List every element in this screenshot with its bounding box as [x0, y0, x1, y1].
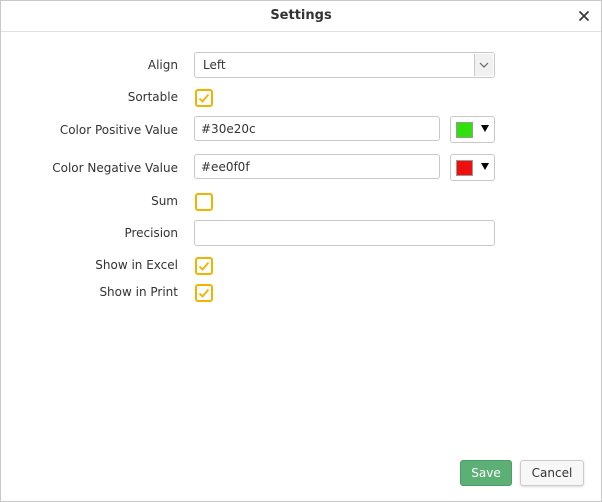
chevron-down-icon — [479, 62, 489, 68]
color-positive-picker[interactable] — [450, 116, 495, 143]
align-select-toggle[interactable] — [474, 54, 493, 76]
checkmark-icon — [198, 261, 210, 271]
close-button[interactable] — [573, 5, 595, 27]
color-negative-label: Color Negative Value — [52, 161, 178, 175]
close-icon — [578, 10, 590, 22]
align-select[interactable]: Left — [194, 52, 495, 78]
checkmark-icon — [198, 288, 210, 298]
precision-label: Precision — [124, 226, 178, 240]
dialog-title: Settings — [270, 8, 332, 23]
settings-dialog: Settings Align Left Sortable Color Posit… — [0, 0, 602, 502]
sortable-row: Sortable — [1, 88, 601, 108]
sum-row: Sum — [1, 192, 601, 212]
align-label: Align — [147, 58, 178, 72]
precision-row: Precision — [1, 220, 601, 246]
color-negative-swatch — [456, 160, 473, 176]
show-in-print-row: Show in Print — [1, 283, 601, 303]
precision-input[interactable] — [194, 220, 495, 246]
color-positive-swatch — [456, 122, 473, 138]
color-negative-picker[interactable] — [450, 154, 495, 181]
show-in-print-checkbox[interactable] — [195, 284, 213, 302]
caret-down-icon — [481, 163, 489, 170]
sortable-label: Sortable — [127, 90, 178, 104]
show-in-excel-row: Show in Excel — [1, 256, 601, 276]
sortable-checkbox[interactable] — [195, 89, 213, 107]
color-negative-input[interactable] — [194, 154, 440, 179]
sum-checkbox[interactable] — [195, 193, 213, 211]
show-in-excel-label: Show in Excel — [95, 258, 178, 272]
color-positive-input[interactable] — [194, 116, 440, 141]
color-negative-row: Color Negative Value — [1, 154, 601, 181]
sum-label: Sum — [151, 194, 178, 208]
cancel-button[interactable]: Cancel — [520, 460, 584, 486]
align-select-value: Left — [203, 58, 226, 72]
dialog-titlebar: Settings — [1, 1, 601, 32]
align-row: Align Left — [1, 52, 601, 78]
caret-down-icon — [481, 125, 489, 132]
color-positive-row: Color Positive Value — [1, 116, 601, 143]
save-button[interactable]: Save — [460, 460, 512, 486]
show-in-excel-checkbox[interactable] — [195, 257, 213, 275]
checkmark-icon — [198, 93, 210, 103]
color-positive-label: Color Positive Value — [59, 123, 178, 137]
show-in-print-label: Show in Print — [99, 285, 178, 299]
